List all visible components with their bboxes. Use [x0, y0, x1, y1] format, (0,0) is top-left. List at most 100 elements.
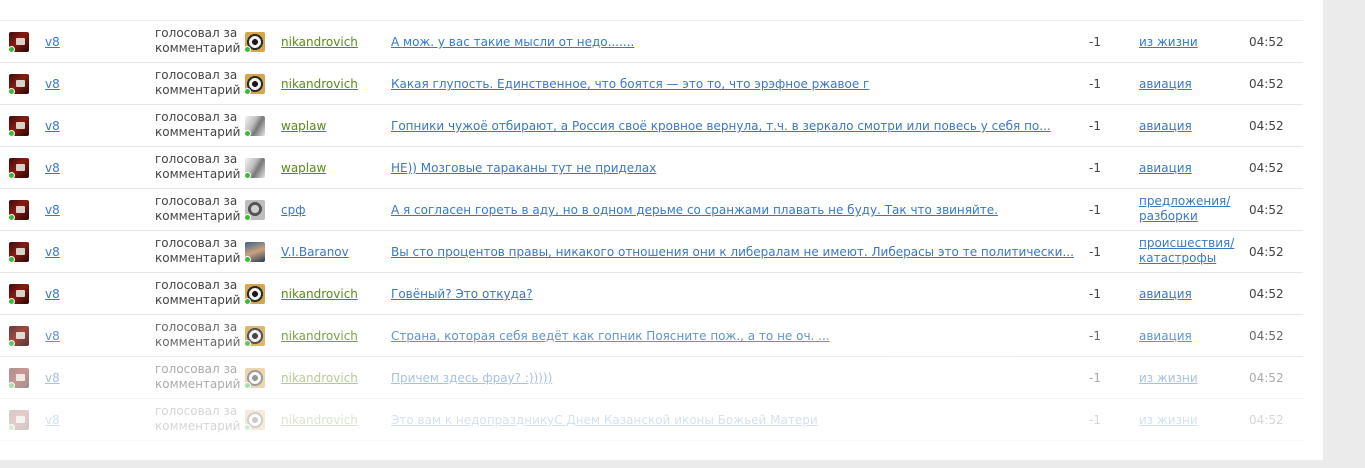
- category-link[interactable]: из жизни: [1139, 413, 1239, 428]
- category-link[interactable]: из жизни: [1139, 35, 1239, 50]
- author-avatar[interactable]: [244, 32, 265, 53]
- category-label[interactable]: из жизни: [1139, 371, 1198, 385]
- category-link[interactable]: авиация: [1139, 161, 1239, 176]
- comment-link[interactable]: Страна, которая себя ведёт как гопник По…: [391, 329, 830, 343]
- voter-avatar[interactable]: [8, 326, 29, 347]
- comment-author-link[interactable]: waplaw: [281, 161, 326, 175]
- voter-avatar[interactable]: [8, 200, 29, 221]
- voter-avatar[interactable]: [8, 32, 29, 53]
- voter-username-link[interactable]: v8: [45, 77, 60, 91]
- comment-author-link[interactable]: nikandrovich: [281, 287, 358, 301]
- voter-username-link[interactable]: v8: [45, 287, 60, 301]
- author-avatar[interactable]: [244, 242, 265, 263]
- action-text: голосовал за комментарий: [155, 152, 241, 181]
- comment-author-link[interactable]: V.I.Baranov: [281, 245, 349, 259]
- online-indicator-icon: [8, 256, 15, 263]
- comment-link[interactable]: Говёный? Это откуда?: [391, 287, 533, 301]
- category-link[interactable]: происшествия/катастрофы: [1139, 236, 1239, 266]
- voter-avatar[interactable]: [8, 116, 29, 137]
- activity-row: v8 голосовал за комментарий срф А я согл…: [0, 189, 1303, 231]
- online-indicator-icon: [244, 88, 251, 95]
- category-link[interactable]: предложения/разборки: [1139, 194, 1239, 224]
- comment-author-link[interactable]: nikandrovich: [281, 413, 358, 427]
- action-text: голосовал за комментарий: [155, 320, 241, 349]
- voter-avatar[interactable]: [8, 284, 29, 305]
- category-label[interactable]: катастрофы: [1139, 251, 1216, 265]
- online-indicator-icon: [8, 298, 15, 305]
- timestamp: 04:52: [1249, 287, 1284, 301]
- timestamp: 04:52: [1249, 35, 1284, 49]
- category-label[interactable]: авиация: [1139, 77, 1192, 91]
- category-link[interactable]: авиация: [1139, 119, 1239, 134]
- online-indicator-icon: [244, 424, 251, 431]
- author-avatar[interactable]: [244, 74, 265, 95]
- activity-row: v8 голосовал за комментарий waplaw Гопни…: [0, 105, 1303, 147]
- vote-score: -1: [1089, 287, 1101, 301]
- comment-author-link[interactable]: waplaw: [281, 119, 326, 133]
- comment-link[interactable]: Это вам к недопраздникуС Днем Казанской …: [391, 413, 818, 427]
- author-avatar[interactable]: [244, 158, 265, 179]
- author-avatar[interactable]: [244, 368, 265, 389]
- action-text: голосовал за комментарий: [155, 278, 241, 307]
- category-link[interactable]: авиация: [1139, 77, 1239, 92]
- timestamp: 04:52: [1249, 413, 1284, 427]
- online-indicator-icon: [244, 340, 251, 347]
- voter-username-link[interactable]: v8: [45, 329, 60, 343]
- voter-username-link[interactable]: v8: [45, 371, 60, 385]
- comment-link[interactable]: А я согласен гореть в аду, но в одном де…: [391, 203, 998, 217]
- voter-username-link[interactable]: v8: [45, 119, 60, 133]
- online-indicator-icon: [8, 172, 15, 179]
- category-link[interactable]: авиация: [1139, 287, 1239, 302]
- vote-score: -1: [1089, 371, 1101, 385]
- activity-list: v8 голосовал за комментарий nikandrovich…: [0, 21, 1303, 441]
- voter-username-link[interactable]: v8: [45, 161, 60, 175]
- vote-score: -1: [1089, 119, 1101, 133]
- voter-username-link[interactable]: v8: [45, 35, 60, 49]
- timestamp: 04:52: [1249, 119, 1284, 133]
- action-text: голосовал за комментарий: [155, 194, 241, 223]
- author-avatar[interactable]: [244, 200, 265, 221]
- comment-link[interactable]: Вы сто процентов правы, никакого отношен…: [391, 245, 1074, 259]
- comment-author-link[interactable]: nikandrovich: [281, 371, 358, 385]
- comment-author-link[interactable]: nikandrovich: [281, 77, 358, 91]
- vote-score: -1: [1089, 203, 1101, 217]
- voter-avatar[interactable]: [8, 368, 29, 389]
- author-avatar[interactable]: [244, 116, 265, 137]
- comment-author-link[interactable]: срф: [281, 203, 305, 217]
- online-indicator-icon: [8, 130, 15, 137]
- activity-row: v8 голосовал за комментарий nikandrovich…: [0, 399, 1303, 441]
- voter-avatar[interactable]: [8, 158, 29, 179]
- author-avatar[interactable]: [244, 284, 265, 305]
- category-label[interactable]: разборки: [1139, 209, 1198, 223]
- category-label[interactable]: авиация: [1139, 119, 1192, 133]
- voter-username-link[interactable]: v8: [45, 413, 60, 427]
- comment-author-link[interactable]: nikandrovich: [281, 329, 358, 343]
- comment-link[interactable]: Гопники чужоё отбирают, а Россия своё кр…: [391, 119, 1051, 133]
- author-avatar[interactable]: [244, 410, 265, 431]
- category-label[interactable]: авиация: [1139, 329, 1192, 343]
- category-link[interactable]: из жизни: [1139, 371, 1239, 386]
- online-indicator-icon: [8, 214, 15, 221]
- category-link[interactable]: авиация: [1139, 329, 1239, 344]
- comment-link[interactable]: Причем здесь фрау? :))))): [391, 371, 552, 385]
- comment-link[interactable]: Какая глупость. Единственное, что боятся…: [391, 77, 869, 91]
- voter-username-link[interactable]: v8: [45, 203, 60, 217]
- category-label[interactable]: предложения/: [1139, 194, 1230, 208]
- voter-avatar[interactable]: [8, 410, 29, 431]
- activity-panel: v8 голосовал за комментарий nikandrovich…: [0, 0, 1323, 460]
- author-avatar[interactable]: [244, 326, 265, 347]
- category-label[interactable]: происшествия/: [1139, 236, 1234, 250]
- category-label[interactable]: из жизни: [1139, 35, 1198, 49]
- comment-author-link[interactable]: nikandrovich: [281, 35, 358, 49]
- category-label[interactable]: авиация: [1139, 161, 1192, 175]
- voter-avatar[interactable]: [8, 74, 29, 95]
- online-indicator-icon: [8, 340, 15, 347]
- category-label[interactable]: из жизни: [1139, 413, 1198, 427]
- category-label[interactable]: авиация: [1139, 287, 1192, 301]
- comment-link[interactable]: А мож. у вас такие мысли от недо.......: [391, 35, 634, 49]
- comment-link[interactable]: НЕ)) Мозговые тараканы тут не приделах: [391, 161, 656, 175]
- action-text: голосовал за комментарий: [155, 404, 241, 433]
- voter-username-link[interactable]: v8: [45, 245, 60, 259]
- vote-score: -1: [1089, 329, 1101, 343]
- voter-avatar[interactable]: [8, 242, 29, 263]
